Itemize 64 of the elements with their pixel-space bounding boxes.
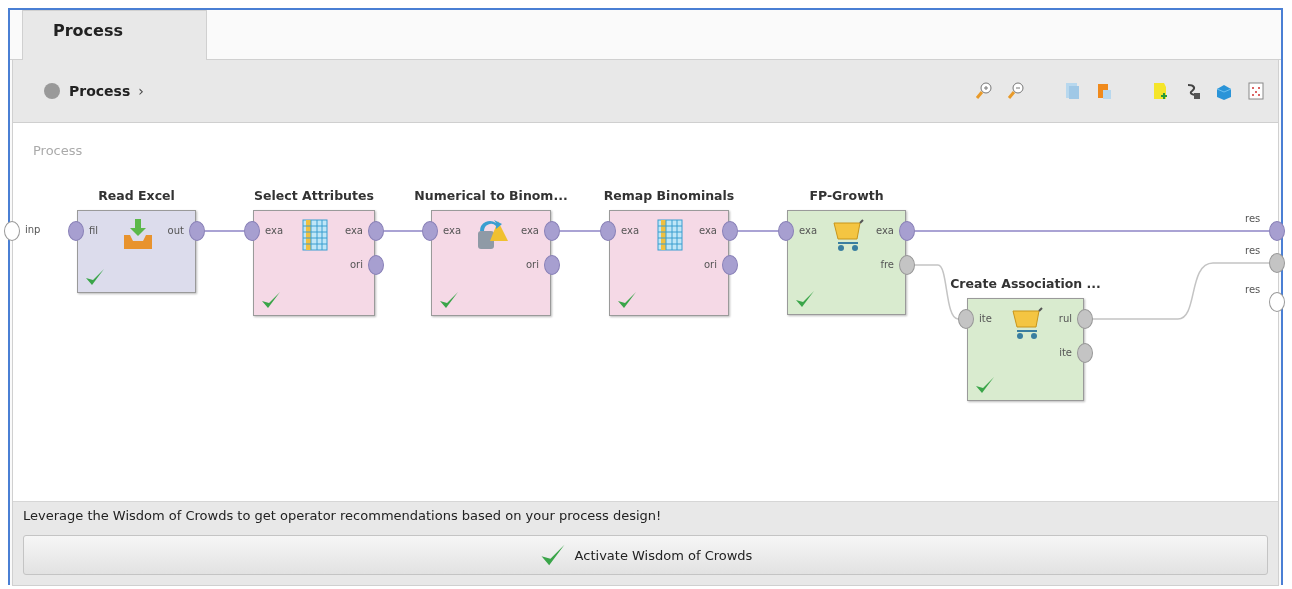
operator-title: Read Excel [98, 188, 175, 203]
port-label: exa [875, 225, 894, 236]
operator-node[interactable]: exa exa ori [609, 210, 729, 316]
input-port[interactable] [600, 221, 616, 241]
zoom-in-icon[interactable] [974, 81, 994, 101]
port-label: fil [89, 225, 99, 236]
port-label: ite [1059, 347, 1072, 358]
operator-node[interactable]: exa exa fre [787, 210, 906, 315]
port-label: res [1245, 213, 1261, 224]
process-output-port[interactable] [1269, 221, 1285, 241]
process-tab[interactable]: Process [22, 10, 207, 60]
port-label: ite [979, 313, 992, 324]
port-label: exa [265, 225, 284, 236]
output-port[interactable] [544, 255, 560, 275]
grid-dots-icon[interactable] [1246, 81, 1266, 101]
operator-title: Select Attributes [254, 188, 374, 203]
port-label: ori [526, 259, 539, 270]
operator-node[interactable]: exa exa ori [431, 210, 551, 316]
input-port[interactable] [958, 309, 974, 329]
breadcrumb-label[interactable]: Process [69, 83, 131, 99]
output-port[interactable] [368, 221, 384, 241]
operator-title: Numerical to Binom... [414, 188, 568, 203]
output-port[interactable] [1077, 309, 1093, 329]
output-port[interactable] [722, 255, 738, 275]
port-label: exa [698, 225, 717, 236]
canvas-label: Process [33, 143, 83, 158]
port-label: res [1245, 284, 1261, 295]
port-label: exa [344, 225, 363, 236]
output-port[interactable] [368, 255, 384, 275]
output-port[interactable] [544, 221, 560, 241]
port-label: exa [799, 225, 818, 236]
output-port[interactable] [1077, 343, 1093, 363]
input-port[interactable] [778, 221, 794, 241]
port-label: rul [1058, 313, 1072, 324]
process-input-port[interactable] [4, 221, 20, 241]
input-port[interactable] [244, 221, 260, 241]
port-label: out [167, 225, 184, 236]
port-label: exa [520, 225, 539, 236]
operator-title: FP-Growth [809, 188, 884, 203]
input-port[interactable] [68, 221, 84, 241]
port-label: ori [350, 259, 363, 270]
operator-node[interactable]: fil out [77, 210, 196, 293]
recommendation-message: Leverage the Wisdom of Crowds to get operator recommendations based on your process design! [23, 508, 663, 523]
zoom-out-icon[interactable] [1006, 81, 1026, 101]
output-port[interactable] [899, 255, 915, 275]
operator-node[interactable]: exa exa ori [253, 210, 375, 316]
output-port[interactable] [722, 221, 738, 241]
process-circle-icon [43, 82, 61, 100]
port-label: exa [443, 225, 462, 236]
input-port[interactable] [422, 221, 438, 241]
port-label: exa [621, 225, 640, 236]
port-label: fre [880, 259, 894, 270]
port-label: inp [25, 224, 41, 235]
breadcrumb-arrow[interactable]: › [138, 83, 144, 99]
output-port[interactable] [189, 221, 205, 241]
operator-title: Create Association ... [950, 276, 1101, 291]
operator-node[interactable]: ite rul ite [967, 298, 1084, 401]
process-output-port[interactable] [1269, 292, 1285, 312]
process-output-port[interactable] [1269, 253, 1285, 273]
port-label: ori [704, 259, 717, 270]
port-label: res [1245, 245, 1261, 256]
output-port[interactable] [899, 221, 915, 241]
operator-title: Remap Binominals [603, 188, 735, 203]
activate-button[interactable]: Activate Wisdom of Crowds [23, 535, 1268, 575]
